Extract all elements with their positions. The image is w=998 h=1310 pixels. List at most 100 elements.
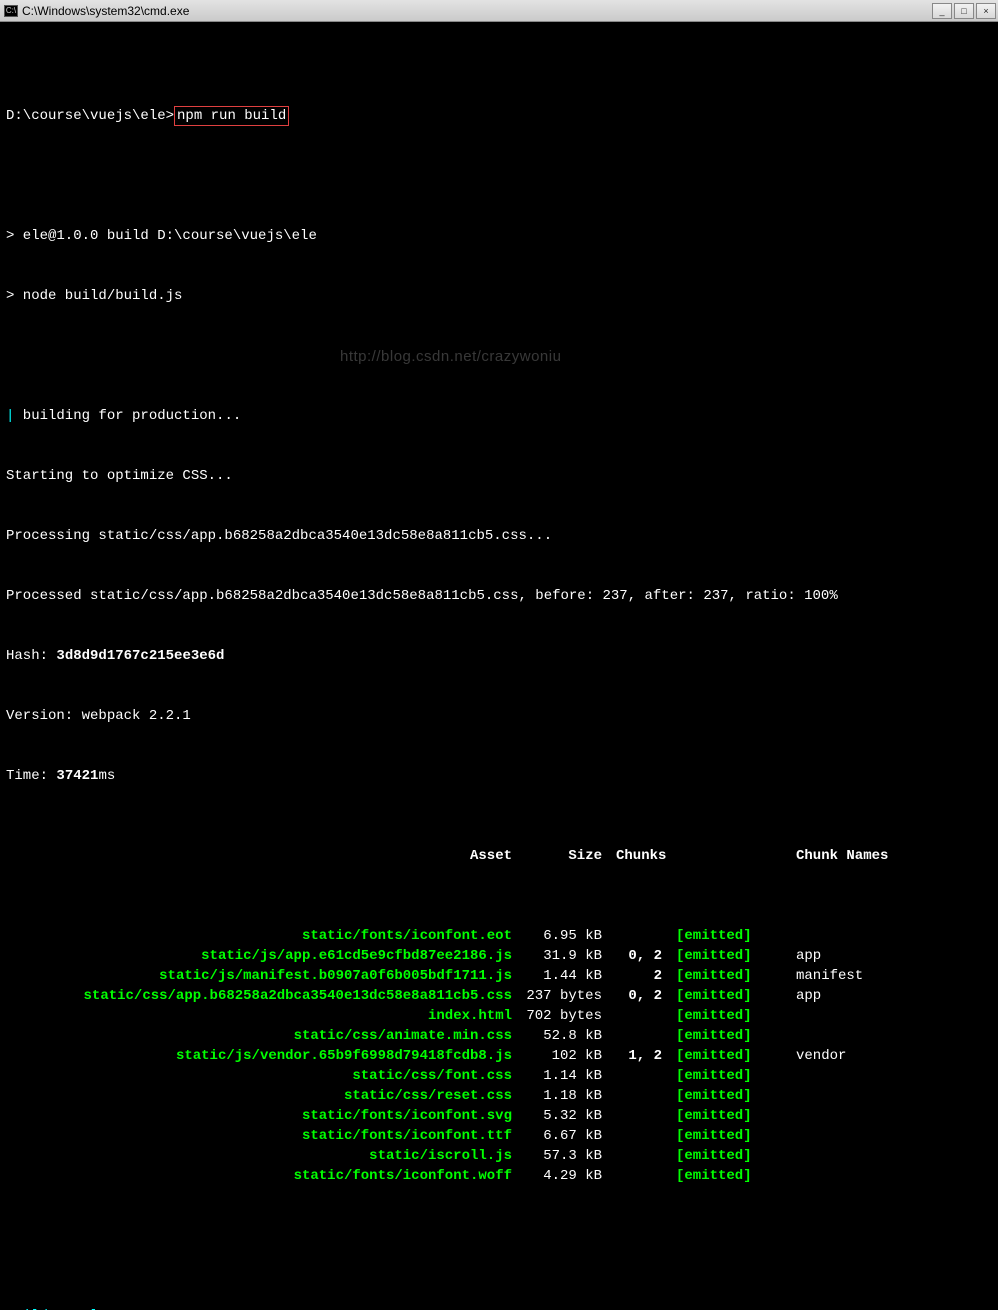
asset-name: static/js/app.e61cd5e9cfbd87ee2186.js (6, 946, 526, 966)
asset-chunk-names: manifest (796, 966, 992, 986)
asset-emitted: [emitted] (676, 1066, 796, 1086)
asset-chunks (616, 1026, 676, 1046)
asset-emitted: [emitted] (676, 1026, 796, 1046)
asset-size: 102 kB (526, 1046, 616, 1066)
asset-row: static/js/vendor.65b9f6998d79418fcdb8.js… (6, 1046, 992, 1066)
asset-row: static/fonts/iconfont.ttf6.67 kB [emitted… (6, 1126, 992, 1146)
asset-name: static/css/font.css (6, 1066, 526, 1086)
minimize-button[interactable]: _ (932, 3, 952, 19)
header-chunk-names: Chunk Names (796, 846, 992, 866)
asset-chunk-names (796, 1006, 992, 1026)
asset-size: 1.14 kB (526, 1066, 616, 1086)
asset-chunks (616, 1106, 676, 1126)
asset-size: 5.32 kB (526, 1106, 616, 1126)
asset-name: index.html (6, 1006, 526, 1026)
asset-emitted: [emitted] (676, 986, 796, 1006)
asset-size: 1.44 kB (526, 966, 616, 986)
time-label: Time: (6, 768, 56, 784)
asset-emitted: [emitted] (676, 1166, 796, 1186)
building-line: building for production... (14, 408, 241, 424)
asset-chunks: 2 (616, 966, 676, 986)
asset-chunk-names (796, 1106, 992, 1126)
asset-chunks (616, 1166, 676, 1186)
maximize-button[interactable]: □ (954, 3, 974, 19)
asset-name: static/js/manifest.b0907a0f6b005bdf1711.… (6, 966, 526, 986)
asset-row: static/fonts/iconfont.eot6.95 kB [emitted… (6, 926, 992, 946)
close-button[interactable]: × (976, 3, 996, 19)
asset-chunks: 0, 2 (616, 986, 676, 1006)
asset-name: static/fonts/iconfont.ttf (6, 1126, 526, 1146)
asset-size: 57.3 kB (526, 1146, 616, 1166)
prompt-command: npm run build (174, 106, 289, 126)
processing-line: Processing static/css/app.b68258a2dbca35… (6, 526, 992, 546)
asset-emitted: [emitted] (676, 926, 796, 946)
asset-chunks (616, 1006, 676, 1026)
asset-chunk-names (796, 1066, 992, 1086)
asset-row: static/css/font.css1.14 kB [emitted] (6, 1066, 992, 1086)
asset-row: static/iscroll.js57.3 kB [emitted] (6, 1146, 992, 1166)
asset-size: 4.29 kB (526, 1166, 616, 1186)
asset-size: 702 bytes (526, 1006, 616, 1026)
asset-size: 6.67 kB (526, 1126, 616, 1146)
asset-size: 237 bytes (526, 986, 616, 1006)
optimize-line: Starting to optimize CSS... (6, 466, 992, 486)
asset-row: static/fonts/iconfont.woff4.29 kB [emitte… (6, 1166, 992, 1186)
asset-size: 52.8 kB (526, 1026, 616, 1046)
asset-emitted: [emitted] (676, 1086, 796, 1106)
asset-emitted: [emitted] (676, 1126, 796, 1146)
asset-row: static/css/animate.min.css52.8 kB[emitte… (6, 1026, 992, 1046)
asset-name: static/fonts/iconfont.eot (6, 926, 526, 946)
asset-emitted: [emitted] (676, 1046, 796, 1066)
asset-emitted: [emitted] (676, 946, 796, 966)
asset-name: static/fonts/iconfont.svg (6, 1106, 526, 1126)
asset-row: static/js/manifest.b0907a0f6b005bdf1711.… (6, 966, 992, 986)
asset-size: 6.95 kB (526, 926, 616, 946)
terminal-output[interactable]: http://blog.csdn.net/crazywoniu D:\cours… (0, 22, 998, 1310)
asset-emitted: [emitted] (676, 1146, 796, 1166)
asset-chunks (616, 926, 676, 946)
asset-chunk-names (796, 1146, 992, 1166)
asset-chunks: 1, 2 (616, 1046, 676, 1066)
window-titlebar: C:\ C:\Windows\system32\cmd.exe _ □ × (0, 0, 998, 22)
asset-emitted: [emitted] (676, 966, 796, 986)
asset-chunk-names (796, 926, 992, 946)
asset-chunk-names (796, 1126, 992, 1146)
asset-row: static/js/app.e61cd5e9cfbd87ee2186.js31.… (6, 946, 992, 966)
asset-chunks: 0, 2 (616, 946, 676, 966)
asset-name: static/css/app.b68258a2dbca3540e13dc58e8… (6, 986, 526, 1006)
asset-name: static/js/vendor.65b9f6998d79418fcdb8.js (6, 1046, 526, 1066)
asset-chunks (616, 1086, 676, 1106)
asset-emitted: [emitted] (676, 1106, 796, 1126)
asset-row: static/css/reset.css1.18 kB [emitted] (6, 1086, 992, 1106)
header-emitted (676, 846, 796, 866)
build-complete: Build complete. (6, 1306, 992, 1310)
window-title: C:\Windows\system32\cmd.exe (22, 4, 189, 18)
header-asset: Asset (6, 846, 526, 866)
time-value: 37421 (56, 768, 98, 784)
asset-chunk-names: app (796, 946, 992, 966)
npm-line-1: > ele@1.0.0 build D:\course\vuejs\ele (6, 226, 992, 246)
hash-label: Hash: (6, 648, 56, 664)
asset-size: 1.18 kB (526, 1086, 616, 1106)
asset-row: static/css/app.b68258a2dbca3540e13dc58e8… (6, 986, 992, 1006)
asset-name: static/css/reset.css (6, 1086, 526, 1106)
asset-row: static/fonts/iconfont.svg5.32 kB [emitted… (6, 1106, 992, 1126)
processed-line: Processed static/css/app.b68258a2dbca354… (6, 586, 992, 606)
header-chunks: Chunks (616, 846, 676, 866)
asset-chunk-names (796, 1166, 992, 1186)
cmd-icon: C:\ (4, 5, 18, 17)
npm-line-2: > node build/build.js (6, 286, 992, 306)
asset-row: index.html702 bytes[emitted] (6, 1006, 992, 1026)
asset-name: static/iscroll.js (6, 1146, 526, 1166)
asset-name: static/fonts/iconfont.woff (6, 1166, 526, 1186)
asset-chunks (616, 1146, 676, 1166)
time-unit: ms (98, 768, 115, 784)
version-line: Version: webpack 2.2.1 (6, 706, 992, 726)
asset-chunk-names (796, 1086, 992, 1106)
asset-chunk-names: vendor (796, 1046, 992, 1066)
asset-chunk-names: app (796, 986, 992, 1006)
asset-chunk-names (796, 1026, 992, 1046)
hash-value: 3d8d9d1767c215ee3e6d (56, 648, 224, 664)
asset-chunks (616, 1126, 676, 1146)
asset-chunks (616, 1066, 676, 1086)
